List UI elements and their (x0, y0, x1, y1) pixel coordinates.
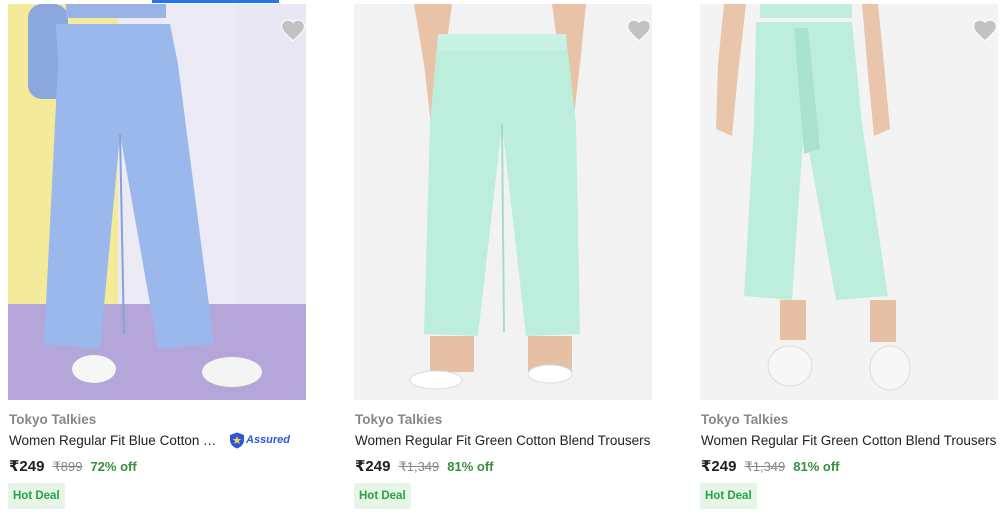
product-card[interactable]: Tokyo Talkies Women Regular Fit Green Co… (354, 0, 654, 515)
product-title[interactable]: Women Regular Fit Blue Cotton Trousers (9, 433, 221, 448)
discount-percent: 81% off (793, 459, 840, 474)
wishlist-heart-icon[interactable] (972, 18, 998, 42)
product-title-row: Women Regular Fit Blue Cotton Trousers A… (9, 431, 307, 449)
price-row: ₹249 ₹899 72% off (9, 457, 137, 475)
assured-label: Assured (246, 434, 291, 446)
product-title-row: Women Regular Fit Green Cotton Blend Tro… (701, 431, 999, 449)
wishlist-heart-icon[interactable] (626, 18, 652, 42)
selling-price: ₹249 (9, 458, 45, 475)
original-price: ₹1,349 (744, 459, 786, 474)
price-row: ₹249 ₹1,349 81% off (355, 457, 494, 475)
product-card[interactable]: Tokyo Talkies Women Regular Fit Blue Cot… (8, 0, 308, 515)
product-image[interactable] (8, 4, 306, 400)
product-title-row: Women Regular Fit Green Cotton Blend Tro… (355, 431, 653, 449)
product-image[interactable] (354, 4, 652, 400)
product-grid: Tokyo Talkies Women Regular Fit Blue Cot… (0, 0, 1007, 515)
original-price: ₹899 (52, 459, 83, 474)
assured-badge: Assured (229, 431, 290, 449)
product-brand: Tokyo Talkies (355, 412, 443, 427)
product-brand: Tokyo Talkies (701, 412, 789, 427)
selling-price: ₹249 (355, 458, 391, 475)
hot-deal-badge: Hot Deal (700, 483, 757, 509)
product-card[interactable]: Tokyo Talkies Women Regular Fit Green Co… (700, 0, 1000, 515)
product-brand: Tokyo Talkies (9, 412, 97, 427)
original-price: ₹1,349 (398, 459, 440, 474)
product-image[interactable] (700, 4, 998, 400)
price-row: ₹249 ₹1,349 81% off (701, 457, 840, 475)
discount-percent: 72% off (90, 459, 137, 474)
selling-price: ₹249 (701, 458, 737, 475)
hot-deal-badge: Hot Deal (354, 483, 411, 509)
product-title[interactable]: Women Regular Fit Green Cotton Blend Tro… (355, 433, 650, 448)
wishlist-heart-icon[interactable] (280, 18, 306, 42)
hot-deal-badge: Hot Deal (8, 483, 65, 509)
discount-percent: 81% off (447, 459, 494, 474)
assured-shield-icon (230, 432, 244, 448)
product-title[interactable]: Women Regular Fit Green Cotton Blend Tro… (701, 433, 996, 448)
